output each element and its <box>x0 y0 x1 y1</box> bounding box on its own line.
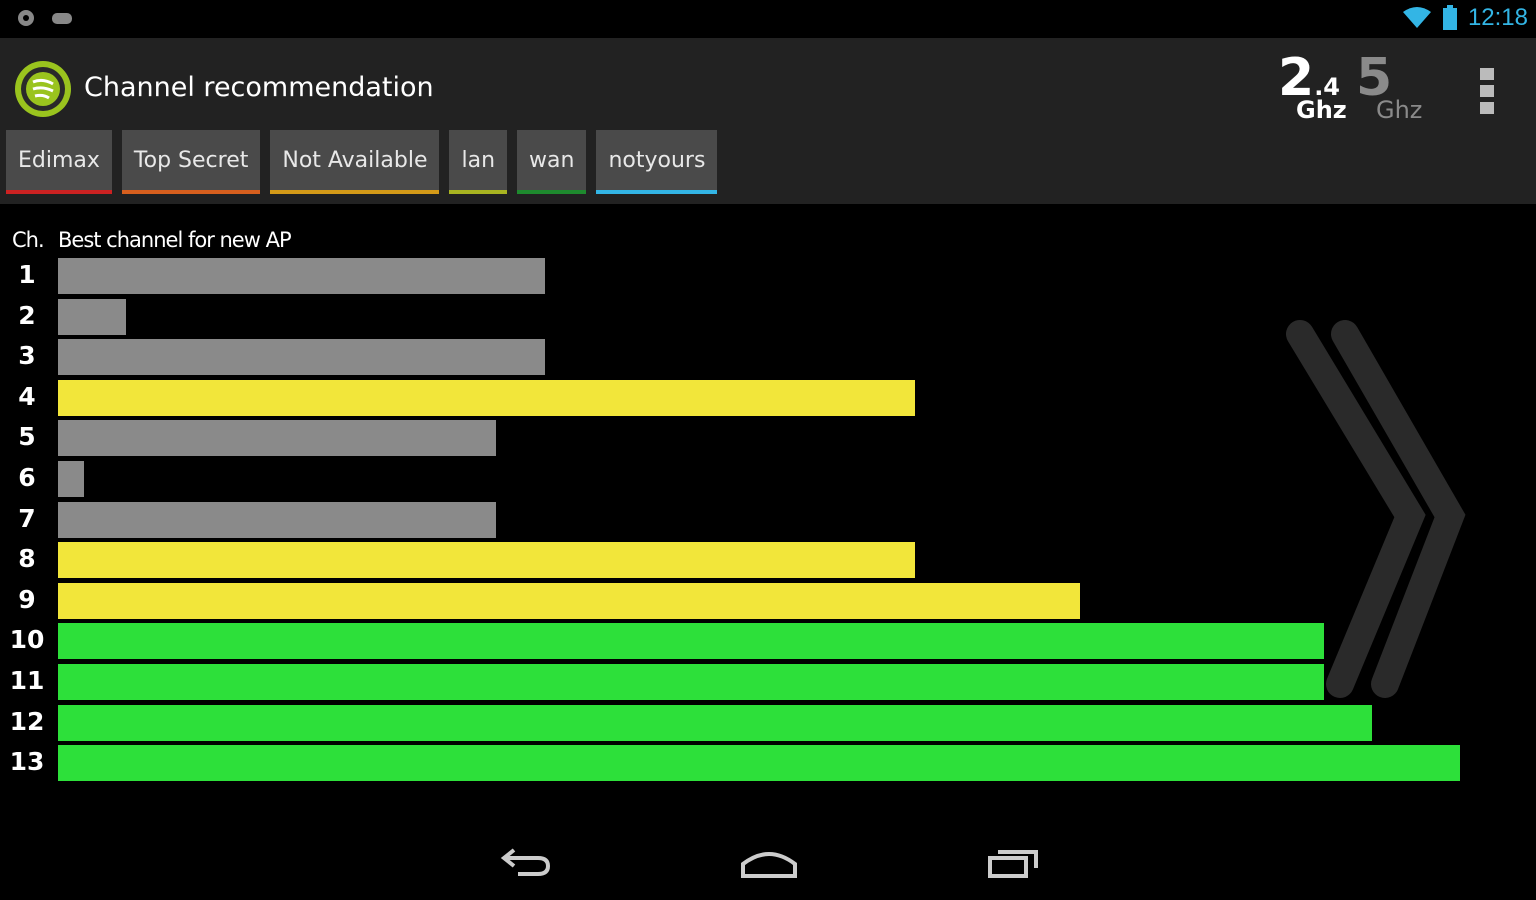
recent-apps-icon[interactable] <box>986 844 1042 880</box>
channel-bar <box>58 420 497 457</box>
channel-label: 7 <box>18 503 36 533</box>
status-bar: 12:18 <box>0 0 1536 38</box>
tab-edimax[interactable]: Edimax <box>6 130 112 194</box>
tab-top-secret[interactable]: Top Secret <box>121 130 261 194</box>
home-icon[interactable] <box>740 844 798 880</box>
clock-time: 12:18 <box>1467 4 1528 31</box>
channel-column-header: Ch. <box>12 228 45 252</box>
channel-label: 4 <box>18 381 36 411</box>
channel-bar <box>58 501 497 538</box>
action-bar: Channel recommendation 2.4 Ghz 5 Ghz Edi… <box>0 38 1536 204</box>
game-controller-icon <box>52 13 72 24</box>
channel-label: 8 <box>18 544 36 574</box>
channel-label: 10 <box>9 625 45 655</box>
channel-bar <box>58 542 915 579</box>
tab-notyours[interactable]: notyours <box>596 130 718 194</box>
channel-label: 3 <box>18 341 36 371</box>
channel-label: 5 <box>18 422 36 452</box>
channel-label: 12 <box>9 706 45 736</box>
channel-bar <box>58 339 545 376</box>
band-5-unit: Ghz <box>1376 96 1423 124</box>
tab-lan[interactable]: lan <box>449 130 508 194</box>
channel-bar <box>58 379 915 416</box>
app-logo-icon[interactable] <box>14 60 72 118</box>
overflow-menu-icon[interactable] <box>1476 66 1498 116</box>
tab-wan[interactable]: wan <box>517 130 587 194</box>
channel-label: 9 <box>18 584 36 614</box>
channel-bar <box>58 582 1081 619</box>
channel-bar <box>58 298 127 335</box>
battery-icon <box>1442 5 1457 30</box>
band-24-unit: Ghz <box>1296 96 1347 124</box>
channel-bar <box>58 664 1324 700</box>
channel-label: 6 <box>18 463 36 492</box>
channel-bar <box>58 745 1460 782</box>
channel-label: 11 <box>9 666 45 695</box>
wifi-icon <box>1402 7 1431 28</box>
network-filter-tabs: Edimax Top Secret Not Available lan wan notyo… <box>6 130 718 194</box>
chart-title: Best channel for new AP <box>58 228 292 252</box>
channel-bar <box>58 461 84 497</box>
channel-chart: Ch. Best channel for new AP 1 2 3 4 5 6 7 8 9 10 1… <box>0 204 1536 824</box>
band-2-4ghz-toggle[interactable]: 2.4 Ghz <box>1278 52 1347 122</box>
tab-not-available[interactable]: Not Available <box>270 130 440 194</box>
channel-bar <box>58 258 545 294</box>
channel-label: 13 <box>9 747 45 777</box>
band-5ghz-toggle[interactable]: 5 Ghz <box>1356 52 1422 122</box>
back-icon[interactable] <box>498 844 552 880</box>
channel-bar <box>58 704 1373 741</box>
channel-label: 2 <box>18 300 36 330</box>
channel-bar <box>58 623 1324 660</box>
navigation-bar <box>0 824 1536 900</box>
channel-label: 1 <box>18 260 36 289</box>
notification-icon <box>18 10 34 26</box>
page-title: Channel recommendation <box>84 72 434 103</box>
